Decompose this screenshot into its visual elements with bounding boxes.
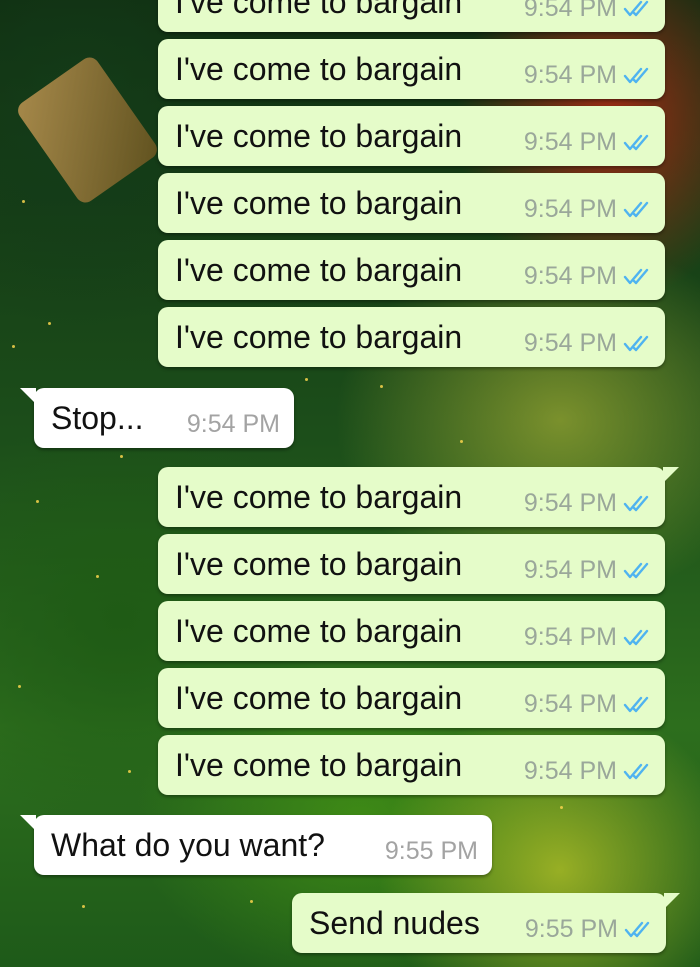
outgoing-message-bubble[interactable]: I've come to bargain 9:54 PM	[158, 668, 665, 728]
message-text: I've come to bargain	[175, 118, 463, 154]
message-text: Send nudes	[309, 905, 480, 941]
outgoing-message-bubble[interactable]: I've come to bargain 9:54 PM	[158, 240, 665, 300]
double-check-icon	[623, 268, 649, 284]
double-check-icon	[624, 921, 650, 937]
message-text: I've come to bargain	[175, 546, 463, 582]
message-meta: 9:54 PM	[524, 195, 651, 224]
message-meta: 9:54 PM	[524, 489, 651, 518]
outgoing-message-bubble[interactable]: Send nudes 9:55 PM	[292, 893, 680, 953]
message-timestamp: 9:54 PM	[523, 556, 617, 584]
double-check-icon	[623, 0, 649, 16]
message-timestamp: 9:54 PM	[523, 757, 617, 785]
bubble-tail	[664, 893, 680, 909]
message-meta: 9:55 PM	[385, 837, 478, 866]
double-check-icon	[623, 696, 649, 712]
message-timestamp: 9:55 PM	[384, 837, 478, 865]
message-timestamp: 9:54 PM	[523, 623, 617, 651]
message-text: I've come to bargain	[175, 0, 463, 20]
double-check-icon	[623, 335, 649, 351]
message-meta: 9:55 PM	[525, 915, 652, 944]
message-meta: 9:54 PM	[524, 0, 651, 23]
message-meta: 9:54 PM	[524, 690, 651, 719]
double-check-icon	[623, 495, 649, 511]
outgoing-message-bubble[interactable]: I've come to bargain 9:54 PM	[158, 106, 665, 166]
message-timestamp: 9:54 PM	[523, 262, 617, 290]
message-timestamp: 9:54 PM	[523, 690, 617, 718]
message-meta: 9:54 PM	[187, 410, 280, 439]
outgoing-message-bubble[interactable]: I've come to bargain 9:54 PM	[158, 534, 665, 594]
message-text: I've come to bargain	[175, 479, 463, 515]
outgoing-message-bubble[interactable]: I've come to bargain 9:54 PM	[158, 39, 665, 99]
outgoing-message-bubble[interactable]: I've come to bargain 9:54 PM	[158, 307, 665, 367]
incoming-message-bubble[interactable]: What do you want? 9:55 PM	[20, 815, 492, 875]
message-meta: 9:54 PM	[524, 623, 651, 652]
message-text: I've come to bargain	[175, 319, 463, 355]
incoming-message-bubble[interactable]: Stop... 9:54 PM	[20, 388, 294, 448]
message-timestamp: 9:54 PM	[523, 61, 617, 89]
outgoing-message-bubble[interactable]: I've come to bargain 9:54 PM	[158, 735, 665, 795]
message-text: I've come to bargain	[175, 613, 463, 649]
chat-message-list[interactable]: I've come to bargain 9:54 PM I've come to …	[0, 0, 700, 967]
bubble-tail	[663, 467, 679, 483]
message-meta: 9:54 PM	[524, 757, 651, 786]
double-check-icon	[623, 67, 649, 83]
message-meta: 9:54 PM	[524, 556, 651, 585]
bubble-tail	[20, 388, 36, 404]
message-timestamp: 9:54 PM	[523, 0, 617, 22]
message-text: I've come to bargain	[175, 680, 463, 716]
message-timestamp: 9:54 PM	[523, 195, 617, 223]
message-meta: 9:54 PM	[524, 329, 651, 358]
double-check-icon	[623, 763, 649, 779]
message-meta: 9:54 PM	[524, 61, 651, 90]
outgoing-message-bubble[interactable]: I've come to bargain 9:54 PM	[158, 467, 679, 527]
outgoing-message-bubble[interactable]: I've come to bargain 9:54 PM	[158, 601, 665, 661]
double-check-icon	[623, 629, 649, 645]
message-text: I've come to bargain	[175, 747, 463, 783]
outgoing-message-bubble[interactable]: I've come to bargain 9:54 PM	[158, 0, 665, 32]
message-timestamp: 9:55 PM	[524, 915, 618, 943]
outgoing-message-bubble[interactable]: I've come to bargain 9:54 PM	[158, 173, 665, 233]
message-text: I've come to bargain	[175, 51, 463, 87]
double-check-icon	[623, 201, 649, 217]
double-check-icon	[623, 134, 649, 150]
message-meta: 9:54 PM	[524, 262, 651, 291]
message-timestamp: 9:54 PM	[523, 128, 617, 156]
message-timestamp: 9:54 PM	[186, 410, 280, 438]
message-timestamp: 9:54 PM	[523, 329, 617, 357]
double-check-icon	[623, 562, 649, 578]
message-text: What do you want?	[51, 827, 325, 863]
bubble-tail	[20, 815, 36, 831]
message-text: I've come to bargain	[175, 185, 463, 221]
message-text: I've come to bargain	[175, 252, 463, 288]
message-timestamp: 9:54 PM	[523, 489, 617, 517]
message-meta: 9:54 PM	[524, 128, 651, 157]
message-text: Stop...	[51, 400, 144, 436]
